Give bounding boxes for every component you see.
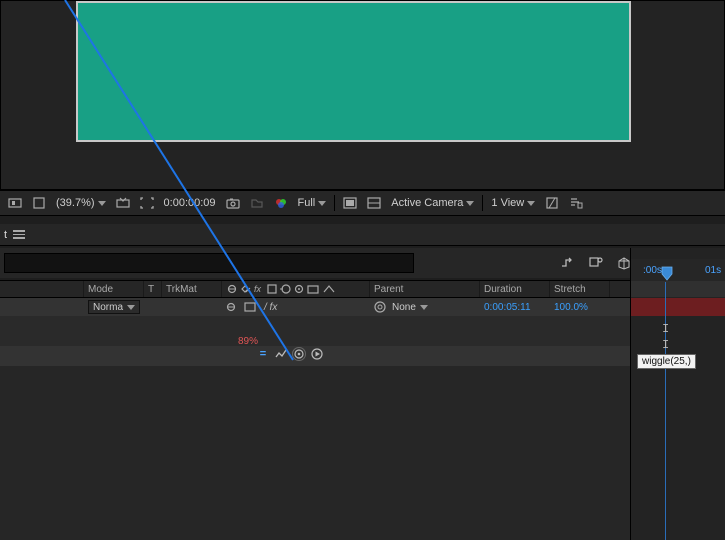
t-cell <box>144 298 162 316</box>
ruler-tick-1: 01s <box>705 265 721 276</box>
ruler-tick-0: :00s <box>643 265 662 276</box>
chevron-down-icon <box>98 201 106 206</box>
pixel-aspect-icon[interactable] <box>543 195 561 211</box>
collapse-icon[interactable] <box>244 302 256 312</box>
playhead[interactable] <box>661 266 671 280</box>
trkmat-cell <box>162 298 222 316</box>
preview-footer: (39.7%) 0:00:00:09 Full Active Camera 1 … <box>0 190 725 216</box>
zoom-value: (39.7%) <box>56 197 95 209</box>
expression-controls: = <box>256 347 324 361</box>
time-ruler[interactable]: :00s 01s <box>631 259 725 281</box>
layer-bar[interactable] <box>631 298 725 316</box>
parent-cell[interactable]: None <box>370 298 480 316</box>
mask-icon[interactable] <box>365 195 383 211</box>
pickwhip-icon[interactable] <box>374 301 386 313</box>
parent-pick-icon[interactable] <box>559 254 577 272</box>
resolution-down-icon[interactable] <box>114 195 132 211</box>
roi-icon[interactable] <box>138 195 156 211</box>
chevron-down-icon <box>318 201 326 206</box>
parent-value: None <box>392 302 416 313</box>
search-input[interactable] <box>4 253 414 273</box>
timeline-ruler-panel: :00s 01s I I wiggle(25,) <box>630 248 725 540</box>
composition-canvas[interactable] <box>76 1 631 142</box>
expression-enable-icon[interactable]: = <box>256 347 270 361</box>
svg-text:fx: fx <box>254 284 262 294</box>
magnification-icon[interactable] <box>6 195 24 211</box>
stretch-value[interactable]: 100.0% <box>550 298 610 316</box>
layer-sub-band <box>0 316 630 346</box>
col-parent[interactable]: Parent <box>370 281 480 297</box>
timeline-search-row <box>0 248 725 278</box>
col-mode[interactable]: Mode <box>84 281 144 297</box>
col-stretch[interactable]: Stretch <box>550 281 610 297</box>
transparency-grid-icon[interactable] <box>341 195 359 211</box>
ratio-icon[interactable] <box>30 195 48 211</box>
text-cursor-icon: I <box>662 322 669 336</box>
col-duration[interactable]: Duration <box>480 281 550 297</box>
camera-value: Active Camera <box>391 197 463 209</box>
chevron-down-icon <box>466 201 474 206</box>
preview-pane <box>0 0 725 190</box>
chevron-down-icon <box>127 305 135 310</box>
timeline-empty-area <box>0 366 630 540</box>
text-cursor-icon: I <box>662 338 669 352</box>
zoom-dropdown[interactable]: (39.7%) <box>54 197 108 209</box>
duration-value[interactable]: 0:00:05:11 <box>480 298 550 316</box>
col-spacer <box>0 281 84 297</box>
col-trkmat[interactable]: TrkMat <box>162 281 222 297</box>
chevron-down-icon <box>420 305 428 310</box>
mode-dropdown[interactable]: Norma <box>88 300 140 314</box>
channel-icon[interactable] <box>272 195 290 211</box>
mode-cell[interactable]: Norma <box>84 298 144 316</box>
current-time[interactable]: 0:00:00:09 <box>162 197 218 209</box>
switches-cell[interactable]: / fx <box>222 298 370 316</box>
layer-row[interactable]: Norma / fx None 0:00:05:11 100.0% <box>0 298 725 316</box>
expression-language-icon[interactable] <box>310 347 324 361</box>
timeline-panel-tab: t <box>0 224 725 246</box>
property-row[interactable]: 89% = <box>0 346 630 366</box>
separator <box>334 195 335 211</box>
camera-dropdown[interactable]: Active Camera <box>389 197 476 209</box>
panel-tab-label[interactable]: t <box>4 229 7 241</box>
property-percent[interactable]: 89% <box>238 336 258 347</box>
show-snapshot-icon[interactable] <box>248 195 266 211</box>
view-value: 1 View <box>491 197 524 209</box>
current-time-indicator[interactable] <box>665 282 666 540</box>
quality-dropdown[interactable]: Full <box>296 197 329 209</box>
chevron-down-icon <box>527 201 535 206</box>
parent-dropdown[interactable]: None <box>392 302 428 313</box>
col-t[interactable]: T <box>144 281 162 297</box>
column-headers: Mode T TrkMat fx Parent Duration Stretch <box>0 280 725 298</box>
expression-pickwhip-icon[interactable] <box>292 347 306 361</box>
col-switches[interactable]: fx <box>222 281 370 297</box>
shy-icon[interactable] <box>226 302 236 312</box>
expression-graph-icon[interactable] <box>274 347 288 361</box>
work-area-bar[interactable] <box>631 281 725 297</box>
switches-icons: fx <box>226 283 346 295</box>
fast-preview-icon[interactable] <box>567 195 585 211</box>
layer-label-cell <box>0 298 84 316</box>
expression-field[interactable]: wiggle(25,) <box>637 354 696 369</box>
view-dropdown[interactable]: 1 View <box>489 197 537 209</box>
quality-value: Full <box>298 197 316 209</box>
comp-mini-icon[interactable] <box>587 254 605 272</box>
fx-switch[interactable]: / fx <box>264 302 277 313</box>
separator <box>482 195 483 211</box>
panel-menu-icon[interactable] <box>13 230 25 239</box>
snapshot-icon[interactable] <box>224 195 242 211</box>
mode-value: Norma <box>93 302 123 313</box>
